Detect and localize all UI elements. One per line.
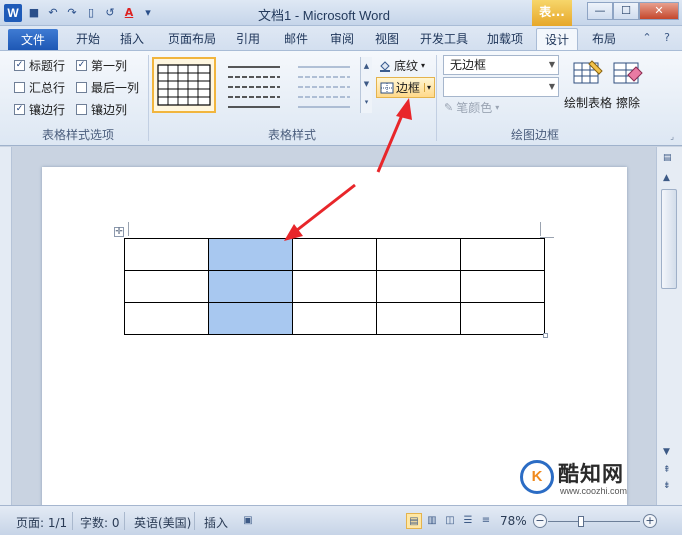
outline-view-icon[interactable]: ☰ xyxy=(460,513,476,529)
status-page[interactable]: 页面: 1/1 xyxy=(16,514,67,531)
scroll-thumb[interactable] xyxy=(661,189,677,289)
coozhi-watermark: K 酷知网 www.coozhi.com xyxy=(520,458,640,502)
zoom-level[interactable]: 78% xyxy=(500,514,527,528)
ruler-toggle-icon[interactable]: ▤ xyxy=(663,153,672,163)
status-insert-mode[interactable]: 插入 xyxy=(204,514,228,531)
status-bar: 页面: 1/1 字数: 0 英语(美国) 插入 ▣ ▤ ▥ ◫ ☰ ≡ 78% … xyxy=(0,505,682,535)
status-separator xyxy=(194,512,195,530)
scroll-down-icon[interactable]: ▼ xyxy=(663,447,670,457)
previous-page-icon[interactable]: ⇞ xyxy=(663,465,671,475)
status-language[interactable]: 英语(美国) xyxy=(134,514,191,531)
watermark-url: www.coozhi.com xyxy=(560,486,628,496)
scroll-up-icon[interactable]: ▲ xyxy=(663,173,670,183)
status-word-count[interactable]: 字数: 0 xyxy=(80,514,120,531)
next-page-icon[interactable]: ⇟ xyxy=(663,481,671,491)
vertical-scrollbar[interactable]: ▤ ▲ ▼ ⇞ ⇟ xyxy=(656,147,682,505)
status-separator xyxy=(72,512,73,530)
annotation-arrows xyxy=(284,98,412,241)
zoom-in-button[interactable]: + xyxy=(643,514,657,528)
print-layout-view-icon[interactable]: ▤ xyxy=(406,513,422,529)
status-separator xyxy=(124,512,125,530)
annotation-arrow-to-borders xyxy=(376,98,412,173)
full-screen-reading-icon[interactable]: ▥ xyxy=(424,513,440,529)
coozhi-logo-icon: K xyxy=(520,460,554,494)
web-layout-icon[interactable]: ◫ xyxy=(442,513,458,529)
watermark-name: 酷知网 xyxy=(558,462,624,486)
zoom-slider-thumb[interactable] xyxy=(578,516,584,527)
zoom-out-button[interactable]: − xyxy=(533,514,547,528)
macro-record-icon[interactable]: ▣ xyxy=(240,513,256,529)
annotation-arrow-to-table xyxy=(284,183,356,241)
zoom-slider-track[interactable] xyxy=(548,521,640,522)
draft-view-icon[interactable]: ≡ xyxy=(478,513,494,529)
